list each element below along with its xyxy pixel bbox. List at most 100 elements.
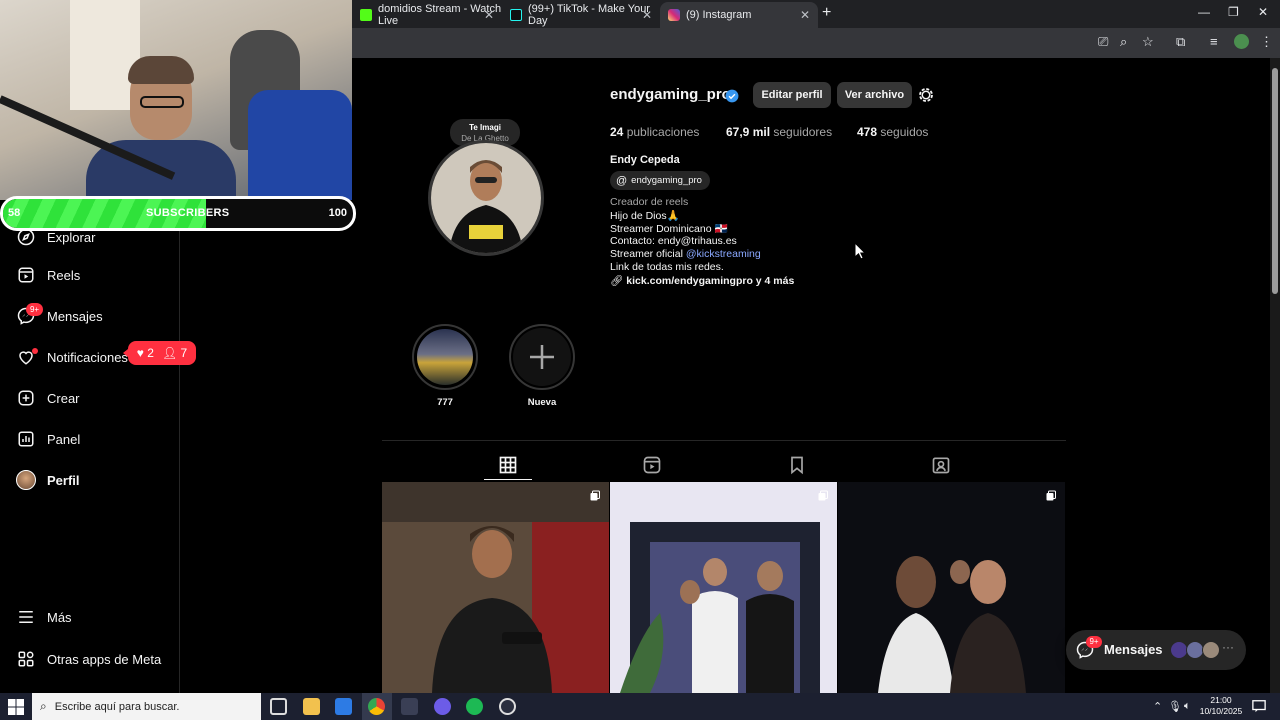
install-app-icon[interactable]: ⎚ [1098,34,1108,50]
sidebar-item-perfil[interactable]: Perfil [16,470,80,490]
view-archive-button[interactable]: Ver archivo [837,82,912,108]
speaker-icon[interactable]: 🔈︎ [1184,700,1191,713]
highlight-777[interactable] [412,324,478,390]
tagged-icon[interactable] [931,455,951,475]
file-explorer-icon[interactable] [303,698,320,715]
followers-stat[interactable]: 67,9 mil seguidores [726,125,832,139]
mention-link[interactable]: @kickstreaming [686,248,761,260]
floating-messages-label: Mensajes [1104,642,1163,657]
instagram-icon [668,9,680,21]
posts-grid-icon[interactable] [498,455,518,475]
zoom-icon[interactable]: ⌕ [1120,34,1127,50]
browser-profile-avatar[interactable] [1234,34,1249,49]
sidebar-item-mas[interactable]: Más [16,607,72,627]
close-icon[interactable]: ✕ [484,8,494,22]
saved-bookmark-icon[interactable] [787,455,807,475]
close-window-button[interactable]: ✕ [1258,5,1268,19]
profile-picture[interactable] [428,140,544,256]
following-stat[interactable]: 478 seguidos [857,125,928,139]
task-view-icon[interactable] [270,698,287,715]
post-image [382,482,609,693]
tab-kick-stream[interactable]: domidios Stream - Watch Live ✕ [352,2,502,28]
microphone-icon[interactable]: 🎙︎ [1168,700,1182,713]
tab-title: (9) Instagram [686,9,752,21]
chrome-icon[interactable] [368,698,385,715]
tab-instagram[interactable]: (9) Instagram ✕ [660,2,818,28]
profile-category: Creador de reels [610,196,689,208]
sidebar-item-label: Notificaciones [47,349,128,365]
notification-center-icon[interactable] [1252,699,1266,713]
post-thumbnail[interactable] [610,482,837,693]
search-icon: ⌕ [40,699,47,713]
active-tab-indicator [484,479,532,480]
post-thumbnail[interactable] [838,482,1065,693]
clock-time: 21:00 [1210,695,1232,705]
threads-badge[interactable]: @ endygaming_pro [610,171,710,190]
sidebar-item-otras-apps[interactable]: Otras apps de Meta [16,649,161,669]
taskbar-clock[interactable]: 21:00 10/10/2025 [1198,695,1244,717]
settings-gear-icon[interactable] [917,86,935,104]
bookmark-star-icon[interactable]: ☆ [1142,34,1154,50]
carousel-icon [1046,490,1056,501]
close-icon[interactable]: ✕ [800,8,810,22]
browser-menu-icon[interactable]: ⋮ [1260,34,1273,50]
post-thumbnail[interactable] [382,482,609,693]
subscriber-goal-bar: 58 SUBSCRIBERS 100 [0,196,356,231]
highlight-new[interactable] [509,324,575,390]
bio-text: Streamer oficial [610,248,686,260]
scrollbar-thumb[interactable] [1272,68,1278,294]
meta-apps-icon [16,649,36,669]
bio-line: Hijo de Dios🙏 [610,210,680,222]
menu-icon [16,607,36,627]
store-icon[interactable] [335,698,352,715]
extensions-icon[interactable]: ⧉ [1176,34,1185,50]
messages-badge: 9+ [26,303,43,316]
bio-line-mention: Streamer oficial @kickstreaming [610,248,761,260]
more-icon: ··· [1222,640,1234,654]
sidebar-item-label: Explorar [47,229,96,245]
likes-value: 2 [147,346,154,360]
bio-line: Streamer Dominicano 🇩🇴 [610,223,728,235]
mouse-cursor-icon [854,242,866,260]
notifications-popup[interactable]: ♥ 2 👤︎ 7 [123,341,196,365]
sidebar-item-reels[interactable]: Reels [16,265,80,285]
tray-chevron-icon[interactable]: ⌃ [1153,700,1162,713]
edit-profile-button[interactable]: Editar perfil [753,82,831,108]
tab-tiktok[interactable]: (99+) TikTok - Make Your Day ✕ [502,2,660,28]
obs-icon[interactable] [434,698,451,715]
carousel-icon [590,490,600,501]
taskbar-search-input[interactable]: ⌕ Escribe aquí para buscar. [32,693,261,720]
profile-link[interactable]: 🔗︎ kick.com/endygamingpro y 4 más [610,274,794,287]
maximize-button[interactable]: ❐ [1228,5,1239,19]
threads-handle: endygaming_pro [631,175,702,186]
screen: domidios Stream - Watch Live ✕ (99+) Tik… [0,0,1280,720]
windows-taskbar: ⌕ Escribe aquí para buscar. ⌃ 🎙︎ 🔈︎ [0,693,1280,720]
posts-label: publicaciones [626,125,700,139]
media-control-icon[interactable]: ≡ [1210,34,1218,49]
subscriber-target: 100 [328,207,347,219]
close-icon[interactable]: ✕ [642,8,652,22]
heart-icon: ♥ [136,346,144,360]
posts-count: 24 [610,125,624,139]
spotify-icon[interactable] [466,698,483,715]
sidebar-item-label: Panel [47,431,81,447]
bio-line: Contacto: endy@trihaus.es [610,235,737,247]
following-count: 478 [857,125,878,139]
follows-value: 7 [180,346,188,360]
dashboard-icon [16,429,36,449]
sidebar-item-crear[interactable]: Crear [16,388,80,408]
person-icon: 👤︎ [161,346,178,360]
post-image [838,482,1065,693]
app-icon[interactable] [401,698,418,715]
profile-full-name: Endy Cepeda [610,154,680,166]
sidebar-item-panel[interactable]: Panel [16,429,80,449]
minimize-button[interactable]: — [1198,5,1210,19]
windows-start-icon[interactable] [8,699,24,715]
app-icon[interactable] [499,698,516,715]
sidebar-item-label: Mensajes [47,308,103,324]
new-tab-button[interactable]: + [822,4,831,22]
following-label: seguidos [880,125,929,139]
floating-messages-button[interactable]: 9+ Mensajes ··· [1066,630,1246,670]
threads-icon: @ [616,174,628,187]
reels-tab-icon[interactable] [642,455,662,475]
